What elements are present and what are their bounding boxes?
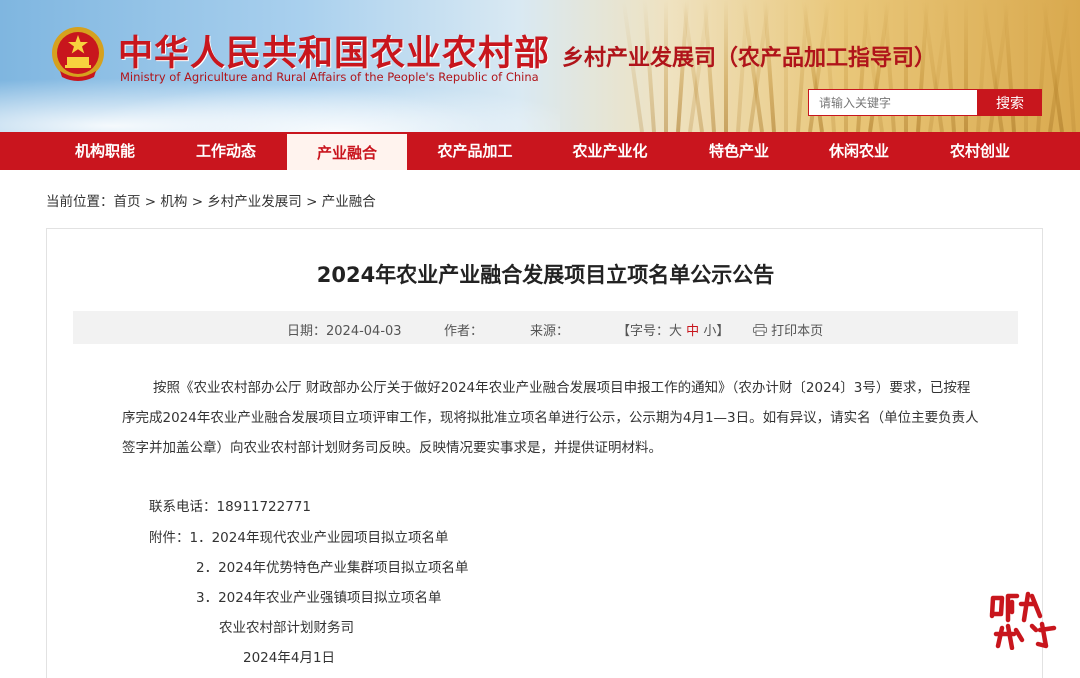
meta-author-label: 作者： [444,324,484,339]
breadcrumb-link-home[interactable]: 首页 [114,194,141,210]
body-line-2: 序完成2024年农业产业融合发展项目立项评审工作，现将拟批准立项名单进行公示，公… [122,410,979,426]
nav-item-jigou[interactable]: 机构职能 [45,132,165,170]
printer-icon [753,324,767,336]
nav-item-gongzuo[interactable]: 工作动态 [166,132,286,170]
print-link[interactable]: 打印本页 [753,320,823,339]
national-emblem-icon [52,27,104,81]
signer: 农业农村部计划财务司 [219,620,354,636]
breadcrumb-link-current[interactable]: 产业融合 [322,194,376,210]
body-line-3: 签字并加盖公章）向农业农村部计划财务司反映。反映情况要实事求是，并提供证明材料。 [122,440,662,456]
nav-item-chuangye[interactable]: 农村创业 [920,132,1040,170]
meta-date: 日期：2024-04-03 [287,324,402,339]
meta-source-label: 来源： [530,324,570,339]
department-title: 乡村产业发展司（农产品加工指导司） [562,45,937,71]
ministry-title-en: Ministry of Agriculture and Rural Affair… [120,70,539,84]
watermark-logo-icon [989,591,1057,650]
font-large-link[interactable]: 大 [669,324,682,339]
font-size-control: 【字号：大 中 小】 [617,324,730,339]
search-input[interactable] [808,89,978,116]
header-banner: 中华人民共和国农业农村部 Ministry of Agriculture and… [0,0,1080,132]
breadcrumb-link-jigou[interactable]: 机构 [160,194,187,210]
attachment-1[interactable]: 附件：1．2024年现代农业产业园项目拟立项名单 [149,526,448,546]
search-button[interactable]: 搜索 [978,89,1042,116]
breadcrumb-separator: > [301,194,322,210]
attachment-2[interactable]: 2．2024年优势特色产业集群项目拟立项名单 [196,556,468,576]
nav-item-tese[interactable]: 特色产业 [679,132,799,170]
ministry-title: 中华人民共和国农业农村部 [118,33,551,74]
wheat-stalk [1062,0,1076,132]
nav-item-xiuxian[interactable]: 休闲农业 [799,132,919,170]
attachment-3[interactable]: 3．2024年农业产业强镇项目拟立项名单 [196,586,441,606]
contact-phone: 联系电话：18911722771 [149,499,311,515]
font-small-link[interactable]: 小 [703,324,716,339]
breadcrumb-prefix: 当前位置： [46,194,114,210]
breadcrumb: 当前位置：首页 > 机构 > 乡村产业发展司 > 产业融合 [46,190,376,210]
article-meta-bar: 日期：2024-04-03 作者： 来源： 【字号：大 中 小】 打印本页 [73,311,1018,344]
main-nav: 机构职能 工作动态 产业融合 农产品加工 农业产业化 特色产业 休闲农业 农村创… [0,132,1080,170]
article-panel: 2024年农业产业融合发展项目立项名单公示公告 日期：2024-04-03 作者… [46,228,1043,678]
breadcrumb-link-dept[interactable]: 乡村产业发展司 [207,194,302,210]
body-line-1: 按照《农业农村部办公厅 财政部办公厅关于做好2024年农业产业融合发展项目申报工… [153,380,971,396]
breadcrumb-separator: > [140,194,161,210]
sign-date: 2024年4月1日 [243,650,336,666]
article-title: 2024年农业产业融合发展项目立项名单公示公告 [316,263,775,287]
nav-item-chanye-ronghe[interactable]: 产业融合 [287,132,407,170]
nav-item-chanyehua[interactable]: 农业产业化 [550,132,670,170]
font-medium-link[interactable]: 中 [686,324,699,339]
breadcrumb-separator: > [187,194,208,210]
nav-item-nongchanpin[interactable]: 农产品加工 [415,132,535,170]
